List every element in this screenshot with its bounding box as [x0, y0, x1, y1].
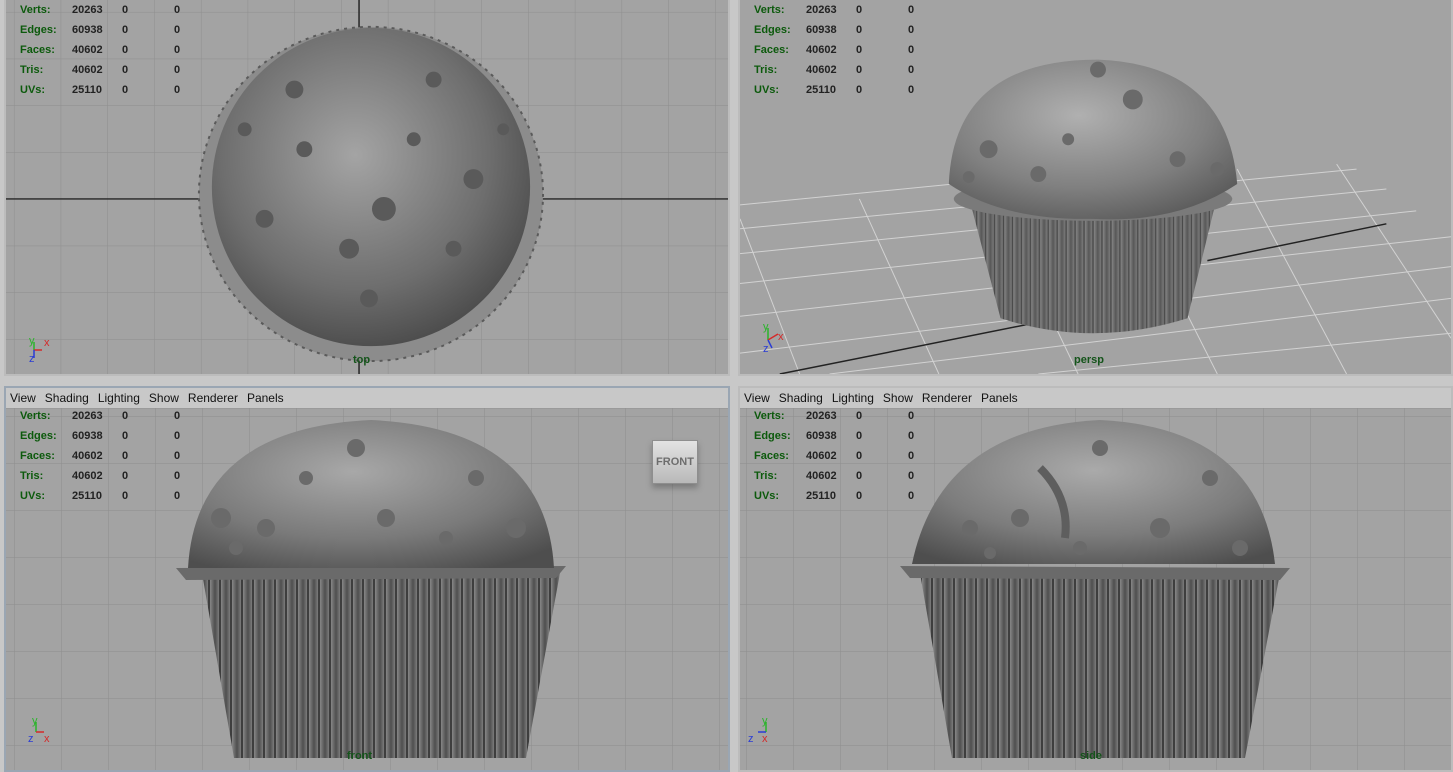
stats-hud: Verts: 20263 0 0 Edges: 60938 0 0 Faces: 40602 0… [754, 0, 914, 100]
stats-row: UVs: 25110 0 0 [20, 84, 181, 96]
svg-text:z: z [29, 353, 35, 365]
stats-row: Faces: 40602 0 0 [754, 44, 915, 56]
axis-gizmo-icon: y x z [28, 715, 50, 745]
stats-hud: Verts: 20263 0 0 Edges: 60938 0 0 Faces: 40602 0… [20, 0, 180, 100]
viewport-front[interactable]: View Shading Lighting Show Renderer Pane… [4, 386, 730, 772]
stats-row: Faces: 40602 0 0 [20, 450, 181, 462]
stats-row: Verts: 20263 0 0 [20, 410, 181, 422]
svg-text:x: x [762, 733, 768, 745]
svg-text:x: x [44, 337, 50, 349]
svg-text:x: x [778, 331, 784, 343]
camera-label: persp [1074, 354, 1104, 366]
stats-row: Tris: 40602 0 0 [20, 64, 181, 76]
menu-renderer[interactable]: Renderer [922, 391, 972, 405]
menu-panels[interactable]: Panels [981, 391, 1018, 405]
stats-row: Faces: 40602 0 0 [20, 44, 181, 56]
axis-gizmo-icon: y x z [29, 335, 50, 365]
stats-row: UVs: 25110 0 0 [754, 84, 915, 96]
axis-gizmo-icon: y x z [763, 321, 784, 355]
svg-text:y: y [762, 715, 768, 727]
menu-lighting[interactable]: Lighting [98, 391, 140, 405]
svg-text:z: z [28, 733, 34, 745]
viewport-top[interactable]: Verts: 20263 0 0 Edges: 60938 0 0 Faces: 40602 0… [4, 0, 730, 376]
stats-row: Tris: 40602 0 0 [754, 470, 915, 482]
menu-view[interactable]: View [744, 391, 770, 405]
stats-hud: Verts: 20263 0 0 Edges: 60938 0 0 Faces: 40602 0… [20, 406, 180, 506]
menu-shading[interactable]: Shading [45, 391, 89, 405]
menu-renderer[interactable]: Renderer [188, 391, 238, 405]
stats-row: UVs: 25110 0 0 [754, 490, 915, 502]
stats-hud: Verts: 20263 0 0 Edges: 60938 0 0 Faces: 40602 0… [754, 406, 914, 506]
svg-text:y: y [29, 335, 35, 347]
svg-text:y: y [32, 715, 38, 727]
stats-row: Edges: 60938 0 0 [20, 24, 181, 36]
menu-shading[interactable]: Shading [779, 391, 823, 405]
menu-lighting[interactable]: Lighting [832, 391, 874, 405]
menu-show[interactable]: Show [883, 391, 913, 405]
stats-row: UVs: 25110 0 0 [20, 490, 181, 502]
menu-view[interactable]: View [10, 391, 36, 405]
stats-row: Tris: 40602 0 0 [754, 64, 915, 76]
viewcube-front[interactable]: FRONT [652, 440, 698, 484]
axis-gizmo-icon: y z x [748, 715, 768, 745]
stats-row: Edges: 60938 0 0 [20, 430, 181, 442]
svg-text:z: z [748, 733, 754, 745]
viewport-side[interactable]: View Shading Lighting Show Renderer Pane… [738, 386, 1453, 772]
stats-row: Edges: 60938 0 0 [754, 430, 915, 442]
stats-row: Verts: 20263 0 0 [20, 4, 181, 16]
menu-show[interactable]: Show [149, 391, 179, 405]
stats-row: Verts: 20263 0 0 [754, 410, 915, 422]
camera-label: front [347, 750, 373, 762]
viewport-persp[interactable]: Verts: 20263 0 0 Edges: 60938 0 0 Faces: 40602 0… [738, 0, 1453, 376]
svg-text:y: y [763, 321, 769, 333]
stats-row: Tris: 40602 0 0 [20, 470, 181, 482]
camera-label: top [353, 354, 371, 366]
stats-row: Verts: 20263 0 0 [754, 4, 915, 16]
svg-text:z: z [763, 343, 769, 355]
menu-panels[interactable]: Panels [247, 391, 284, 405]
camera-label: side [1080, 750, 1103, 762]
svg-text:x: x [44, 733, 50, 745]
stats-row: Faces: 40602 0 0 [754, 450, 915, 462]
stats-row: Edges: 60938 0 0 [754, 24, 915, 36]
